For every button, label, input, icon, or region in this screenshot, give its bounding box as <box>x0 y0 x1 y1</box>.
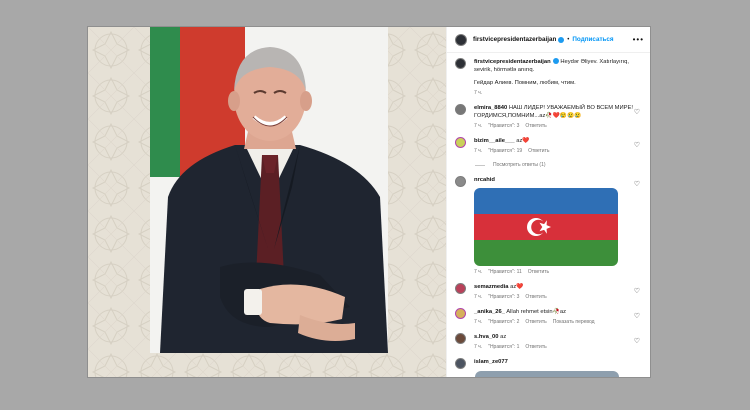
caption-text-ru: Гейдар Алиев. Помним, любим, чтим. <box>474 80 576 86</box>
reply-button[interactable]: Ответить <box>525 123 546 129</box>
comment-item: bizim__aile___ az❤️ 7 ч. "Нравится": 19 От… <box>455 137 650 154</box>
commenter-avatar[interactable] <box>455 283 466 294</box>
comment-likes[interactable]: "Нравится": 11 <box>488 269 522 275</box>
comment-text: az❤️ <box>510 284 524 290</box>
instagram-post-modal: firstvicepresidentazerbaijan • Подписать… <box>88 27 650 377</box>
reply-button[interactable]: Ответить <box>525 294 546 300</box>
reply-button[interactable]: Ответить <box>528 148 549 154</box>
comment-text: az❤️ <box>516 138 530 144</box>
comments-list[interactable]: firstvicepresidentazerbaijan Heydər Əliy… <box>447 54 650 377</box>
azerbaijan-flag-image[interactable] <box>474 188 618 266</box>
commenter-username[interactable]: _anika_26_ <box>474 309 505 315</box>
commenter-avatar[interactable] <box>455 358 466 369</box>
comment-likes[interactable]: "Нравится": 3 <box>488 123 519 129</box>
reply-button[interactable]: Ответить <box>528 269 549 275</box>
comment-item: s.hva_00 az 7 ч. "Нравится": 1 Ответить ♡ <box>455 333 650 350</box>
commenter-username[interactable]: bizim__aile___ <box>474 138 515 144</box>
caption-avatar[interactable] <box>455 58 466 69</box>
comment-likes[interactable]: "Нравится": 2 <box>488 319 519 325</box>
commenter-avatar[interactable] <box>455 176 466 187</box>
commenter-avatar[interactable] <box>455 104 466 115</box>
follow-button[interactable]: Подписаться <box>572 36 613 43</box>
comment-item: elmira_8840 НАШ ЛИДЕР! УВАЖАЕМЫЙ ВО ВСЕМ… <box>455 104 650 129</box>
show-translation-button[interactable]: Показать перевод <box>553 319 595 325</box>
more-options-icon[interactable]: ••• <box>633 35 644 44</box>
comment-text: az <box>500 334 507 340</box>
like-heart-icon[interactable]: ♡ <box>634 312 640 320</box>
commenter-username[interactable]: s.hva_00 <box>474 334 499 340</box>
separator-dot: • <box>567 36 570 43</box>
comment-time: 7 ч. <box>474 294 483 300</box>
comment-time: 7 ч. <box>474 344 483 350</box>
comment-time: 7 ч. <box>474 148 483 154</box>
view-replies-button[interactable]: Посмотреть ответы (1) <box>475 162 650 168</box>
commenter-avatar[interactable] <box>455 137 466 148</box>
comment-time: 7 ч. <box>474 269 483 275</box>
comment-time: 7 ч. <box>474 319 483 325</box>
commenter-username[interactable]: elmira_8840 <box>474 105 507 111</box>
comment-likes[interactable]: "Нравится": 3 <box>488 294 519 300</box>
reply-line <box>475 164 485 166</box>
reply-button[interactable]: Ответить <box>525 319 546 325</box>
comment-item: nrcahid 7 ч. "Нравится": 11 Ответить ♡ <box>455 176 650 275</box>
verified-badge-icon <box>552 58 559 64</box>
caption-time: 7 ч. <box>474 90 483 96</box>
comment-text: Allah rehmet etsin🥀az <box>506 309 566 315</box>
commenter-avatar[interactable] <box>455 308 466 319</box>
post-image[interactable] <box>88 27 446 377</box>
commenter-username[interactable]: nrcahid <box>474 177 495 183</box>
comments-panel: firstvicepresidentazerbaijan • Подписать… <box>446 27 650 377</box>
author-username[interactable]: firstvicepresidentazerbaijan <box>473 36 556 43</box>
like-heart-icon[interactable]: ♡ <box>634 180 640 188</box>
caption: firstvicepresidentazerbaijan Heydər Əliy… <box>455 58 650 96</box>
post-header: firstvicepresidentazerbaijan • Подписать… <box>447 27 650 53</box>
like-heart-icon[interactable]: ♡ <box>634 337 640 345</box>
like-heart-icon[interactable]: ♡ <box>634 141 640 149</box>
comment-likes[interactable]: "Нравится": 1 <box>488 344 519 350</box>
reply-button[interactable]: Ответить <box>525 344 546 350</box>
verified-badge-icon <box>558 36 565 43</box>
commenter-username[interactable]: islam_ze077 <box>474 359 508 365</box>
comment-item: islam_ze077 <box>455 358 650 369</box>
portrait-photo <box>150 27 388 353</box>
comment-likes[interactable]: "Нравится": 19 <box>488 148 522 154</box>
like-heart-icon[interactable]: ♡ <box>634 108 640 116</box>
caption-username[interactable]: firstvicepresidentazerbaijan <box>474 59 551 65</box>
commenter-avatar[interactable] <box>455 333 466 344</box>
like-heart-icon[interactable]: ♡ <box>634 287 640 295</box>
author-avatar[interactable] <box>455 33 467 46</box>
comment-item: semazmedia az❤️ 7 ч. "Нравится": 3 Ответит… <box>455 283 650 300</box>
comment-image-preview[interactable] <box>475 371 619 377</box>
azerbaijan-flag-icon <box>474 188 618 266</box>
man-in-suit-illustration <box>160 47 388 353</box>
comment-time: 7 ч. <box>474 123 483 129</box>
comment-item: _anika_26_ Allah rehmet etsin🥀az 7 ч. "Нр… <box>455 308 650 325</box>
commenter-username[interactable]: semazmedia <box>474 284 508 290</box>
